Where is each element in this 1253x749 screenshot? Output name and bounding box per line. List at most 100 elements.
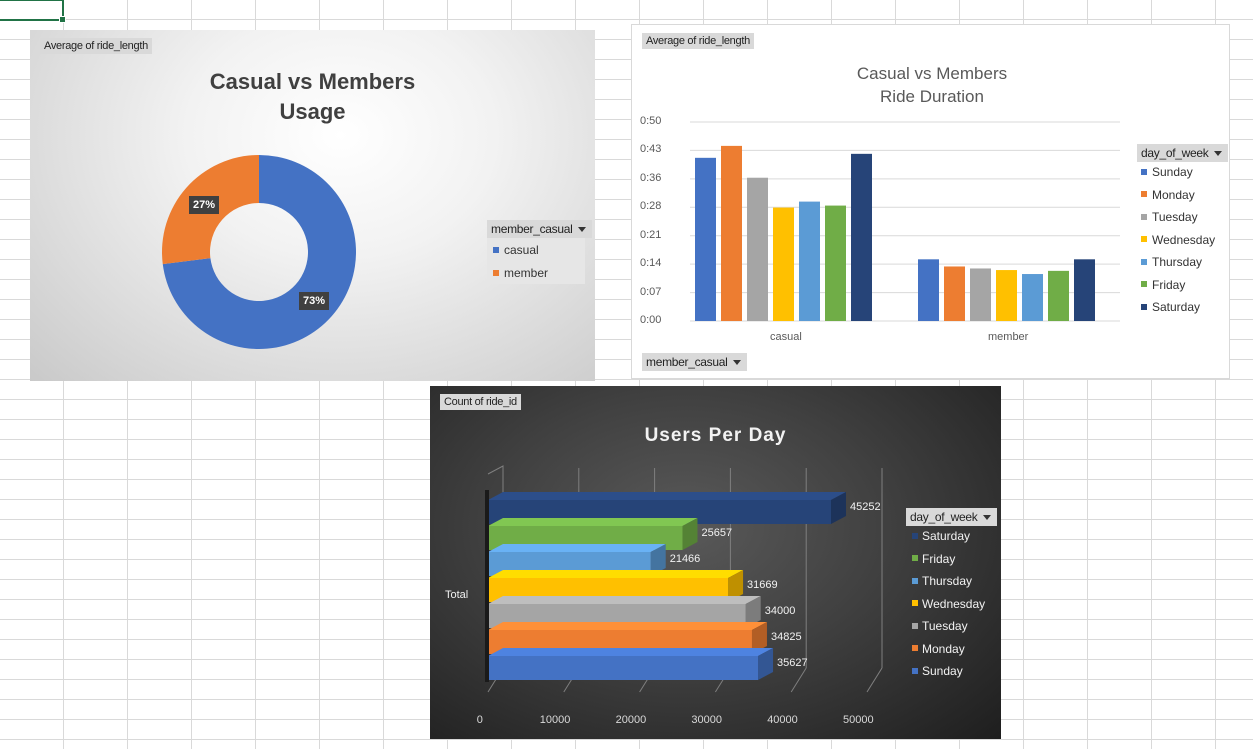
legend-label: Sunday (1152, 165, 1193, 179)
legend-item-wednesday: Wednesday (912, 597, 985, 611)
category-label-total: Total (445, 589, 469, 601)
legend-field-button[interactable]: member_casual (487, 220, 593, 238)
x-tick-label: 0 (476, 714, 483, 726)
legend-label: Thursday (1152, 255, 1203, 269)
legend-field-label: day_of_week (910, 510, 978, 524)
active-cell-selector[interactable] (0, 0, 66, 23)
users-per-day-bar-chart[interactable]: Count of ride_id Users Per Day Total 0 10… (430, 386, 1001, 739)
gridline-floor (790, 667, 807, 693)
legend-swatch (912, 667, 918, 674)
dropdown-arrow-icon (578, 227, 587, 233)
legend-item-member: member (493, 266, 548, 280)
legend-label: Saturday (922, 529, 971, 543)
legend-swatch (1141, 191, 1147, 198)
legend-field-button[interactable]: day_of_week (906, 508, 998, 526)
legend-swatch (493, 269, 499, 276)
data-label-wednesday: 31669 (747, 579, 778, 591)
x-category-member: member (988, 331, 1029, 343)
legend-swatch (912, 622, 918, 629)
bar-casual-monday[interactable] (721, 145, 742, 321)
legend-item-wednesday: Wednesday (1141, 233, 1215, 247)
ride-duration-column-chart[interactable]: Average of ride_length Casual vs Members… (631, 24, 1230, 379)
bar-casual-tuesday[interactable] (747, 177, 768, 321)
legend-item-sunday: Sunday (1141, 165, 1193, 179)
x-category-casual: casual (770, 331, 802, 343)
legend-label: Friday (1152, 277, 1186, 292)
legend-item-monday: Monday (1141, 188, 1195, 202)
legend-swatch (1141, 281, 1147, 288)
legend-label: Monday (1152, 187, 1195, 202)
legend-swatch (912, 532, 918, 539)
bar-top-face (488, 518, 698, 526)
dropdown-arrow-icon (983, 515, 992, 521)
data-label-thursday: 21466 (669, 553, 701, 565)
legend-item-saturday: Saturday (912, 529, 970, 543)
legend-label: Tuesday (922, 619, 968, 633)
legend-item-tuesday: Tuesday (1141, 210, 1198, 224)
legend-swatch (912, 555, 918, 562)
legend-label: Saturday (1152, 300, 1201, 314)
data-label-member: 27% (189, 196, 220, 214)
x-tick-label: 10000 (539, 714, 571, 726)
legend-label: Wednesday (922, 596, 986, 611)
bar-casual-sunday[interactable] (695, 157, 716, 321)
legend-item-friday: Friday (1141, 278, 1185, 292)
fill-handle[interactable] (59, 16, 66, 23)
legend-swatch (1141, 168, 1147, 175)
legend-field-label: day_of_week (1141, 146, 1209, 160)
data-label-tuesday: 34000 (764, 605, 796, 617)
data-label-monday: 34825 (770, 631, 802, 643)
legend-label: casual (504, 243, 539, 257)
legend-item-monday: Monday (912, 642, 965, 656)
bar-front-face (488, 656, 759, 680)
data-label-saturday: 45252 (850, 501, 881, 513)
gridline-floor (866, 667, 883, 693)
legend-swatch (493, 246, 499, 253)
legend-item-saturday: Saturday (1141, 300, 1200, 314)
bar-casual-friday[interactable] (825, 205, 846, 321)
bar-sunday[interactable] (488, 648, 774, 680)
axis-field-button[interactable]: member_casual (642, 353, 748, 371)
dropdown-arrow-icon (733, 360, 742, 366)
bar-member-thursday[interactable] (1022, 274, 1043, 321)
legend-item-friday: Friday (912, 552, 955, 566)
bar-top-face (488, 648, 774, 656)
bar-casual-wednesday[interactable] (773, 207, 794, 321)
bar-top-face (488, 570, 744, 578)
bar-top-face (488, 544, 666, 552)
doughnut-plot (162, 155, 356, 350)
bar-casual-saturday[interactable] (851, 153, 872, 321)
bar-member-saturday[interactable] (1074, 259, 1095, 321)
bar-member-monday[interactable] (944, 266, 965, 321)
x-tick-label: 50000 (843, 714, 874, 726)
legend-swatch (1141, 213, 1147, 220)
usage-doughnut-chart[interactable]: Average of ride_length Casual vs Members… (30, 30, 595, 381)
bar-member-wednesday[interactable] (996, 270, 1017, 321)
legend-swatch (912, 577, 918, 584)
legend-swatch (912, 645, 918, 652)
data-label-friday: 25657 (701, 527, 733, 539)
x-tick-label: 30000 (691, 714, 722, 726)
bar-top-face (488, 596, 761, 604)
column-plot (690, 121, 1120, 322)
legend-item-thursday: Thursday (912, 574, 972, 588)
bar-member-sunday[interactable] (918, 259, 939, 321)
legend-label: member (504, 266, 549, 280)
legend-label: Monday (922, 641, 965, 656)
legend-swatch (912, 600, 918, 607)
legend-item-casual: casual (493, 243, 539, 257)
bar-top-face (488, 622, 767, 630)
legend-swatch (1141, 236, 1147, 243)
bar-member-tuesday[interactable] (970, 268, 991, 321)
x-tick-label: 20000 (615, 714, 647, 726)
legend-swatch (1141, 258, 1147, 265)
bar-top-face (488, 492, 847, 500)
bar-member-friday[interactable] (1048, 270, 1069, 321)
bar-casual-thursday[interactable] (799, 201, 820, 321)
legend-label: Thursday (922, 574, 973, 588)
dropdown-arrow-icon (1214, 151, 1223, 157)
category-axis (485, 490, 489, 682)
legend-box: member_casual casual member (487, 220, 593, 284)
legend-field-button[interactable]: day_of_week (1137, 144, 1229, 162)
legend-label: Wednesday (1152, 232, 1216, 247)
